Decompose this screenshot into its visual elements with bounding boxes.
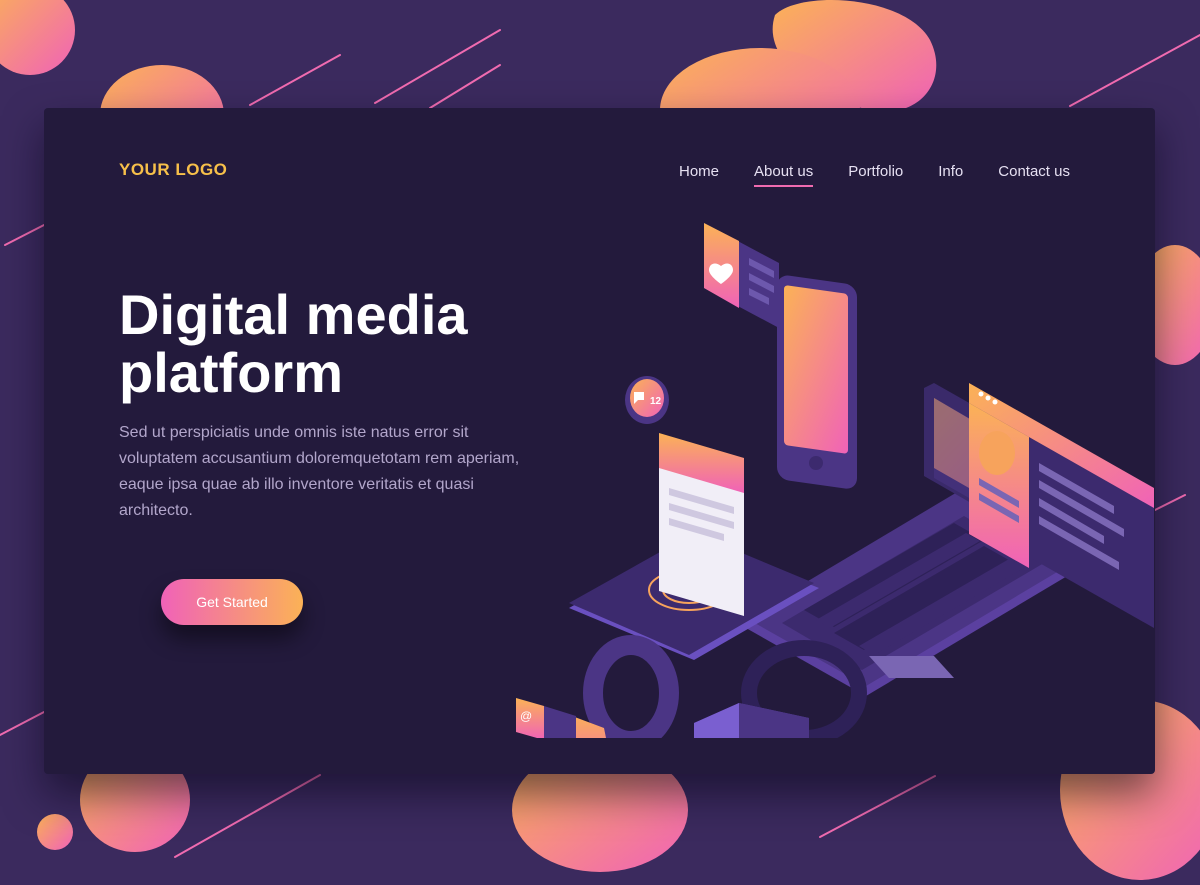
notification-bubble: 12	[625, 376, 669, 424]
email-at-icon: @	[520, 709, 532, 723]
hero-title-line2: platform	[119, 341, 343, 404]
get-started-button[interactable]: Get Started	[161, 579, 303, 625]
nav-home[interactable]: Home	[679, 163, 719, 187]
nav-about-us[interactable]: About us	[754, 163, 814, 187]
vr-headset	[694, 640, 867, 738]
nav-contact-us[interactable]: Contact us	[998, 163, 1070, 187]
landing-card: YOUR LOGO Home About us Portfolio Info C…	[44, 108, 1155, 774]
profile-avatar	[979, 431, 1015, 475]
logo[interactable]: YOUR LOGO	[119, 160, 227, 180]
like-notification	[704, 223, 779, 328]
nav-info[interactable]: Info	[938, 163, 963, 187]
smartphone	[777, 275, 857, 489]
smartwatch: @	[516, 635, 679, 738]
notification-count: 12	[650, 396, 662, 407]
hero-title-line1: Digital media	[119, 283, 468, 346]
devices-illustration: 12 @	[516, 223, 1154, 738]
main-nav: Home About us Portfolio Info Contact us	[679, 163, 1070, 187]
nav-portfolio[interactable]: Portfolio	[848, 163, 903, 187]
